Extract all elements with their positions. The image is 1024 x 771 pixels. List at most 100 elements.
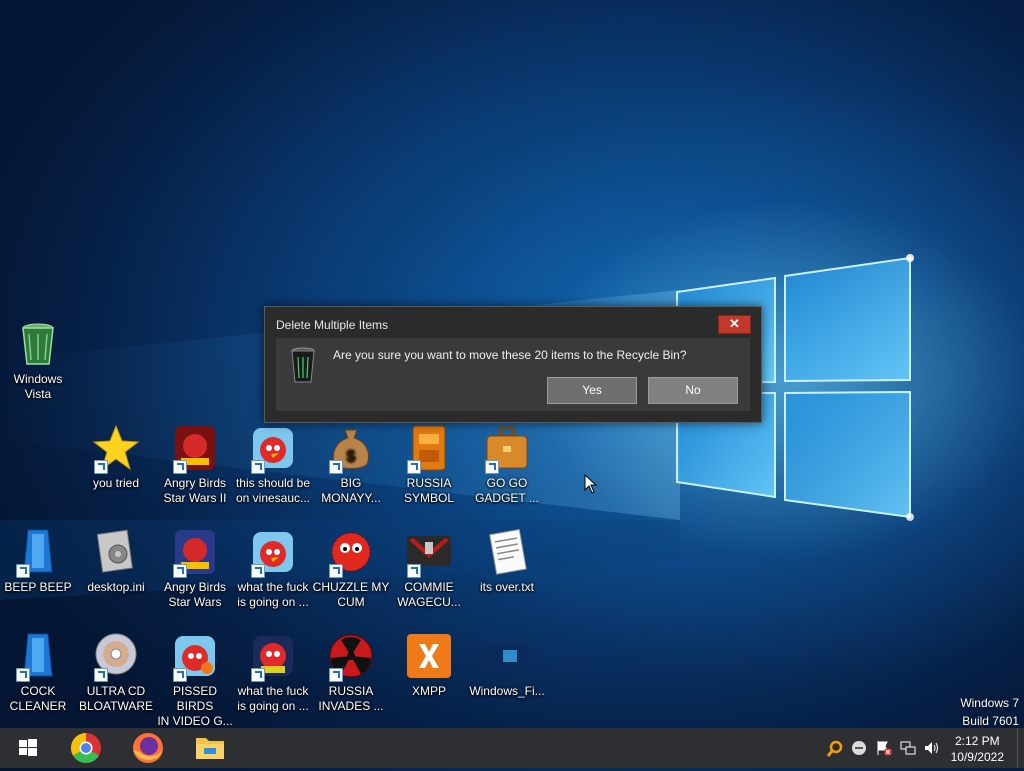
icon-label: RUSSIA: [406, 476, 452, 490]
firefox-taskbar-button[interactable]: [124, 728, 172, 768]
desktop-icon-chuzzle[interactable]: CHUZZLE MY CUM: [311, 528, 391, 610]
icon-label: GO GO: [486, 476, 528, 490]
desktop-icon-what-the-fuck-1[interactable]: what the fuck is going on ...: [233, 528, 313, 610]
icon-label: Windows: [13, 372, 63, 386]
shortcut-arrow-icon: [94, 460, 108, 474]
shortcut-arrow-icon: [251, 668, 265, 682]
desktop-icon-xmpp[interactable]: XMPP: [389, 632, 469, 699]
icon-label: on vinesauc...: [235, 491, 311, 505]
close-button[interactable]: ✕: [718, 315, 751, 334]
show-desktop-button[interactable]: [1017, 728, 1024, 768]
chrome-taskbar-button[interactable]: [62, 728, 110, 768]
recycle-bin-icon: [14, 320, 62, 368]
icon-label: ULTRA CD: [86, 684, 146, 698]
eagle-flag-icon: [405, 528, 453, 578]
yes-button[interactable]: Yes: [547, 377, 637, 404]
shortcut-arrow-icon: [407, 460, 421, 474]
wallpaper-image-icon: [483, 632, 531, 680]
chuzzle-icon: [327, 528, 375, 578]
settings-file-icon: [92, 528, 140, 576]
angry-birds-star-wars-ii-icon: [171, 424, 219, 474]
icon-label: Star Wars II: [163, 491, 227, 505]
svg-text:$: $: [347, 448, 356, 465]
desktop-icon-what-the-fuck-2[interactable]: what the fuck is going on ...: [233, 632, 313, 714]
desktop-icon-russia-symbol[interactable]: RUSSIA SYMBOL: [389, 424, 469, 506]
radiation-icon: [327, 632, 375, 682]
icon-label: INVADES ...: [318, 699, 384, 713]
flag-alert-tray-icon[interactable]: [876, 740, 892, 756]
desktop-icon-windows-wallpaper[interactable]: Windows_Fi...: [467, 632, 547, 699]
dialog-title: Delete Multiple Items: [276, 318, 389, 332]
icon-label: what the fuck: [237, 580, 309, 594]
start-button[interactable]: [4, 728, 52, 768]
angry-birds-icon: [171, 632, 219, 682]
shortcut-arrow-icon: [329, 460, 343, 474]
shortcut-arrow-icon: [329, 564, 343, 578]
angry-birds-icon: [249, 528, 297, 578]
icon-label: BIG: [340, 476, 362, 490]
shortcut-arrow-icon: [251, 564, 265, 578]
desktop-icon-big-monayy[interactable]: $ BIG MONAYY...: [311, 424, 391, 506]
desktop-icon-this-should-be-on-vinesauce[interactable]: this should be on vinesauc...: [233, 424, 313, 506]
desktop-icon-its-over-txt[interactable]: its over.txt: [467, 528, 547, 595]
taskbar-clock[interactable]: 2:12 PM 10/9/2022: [951, 733, 1004, 765]
shortcut-arrow-icon: [173, 564, 187, 578]
windows-build-watermark: Windows 7 Build 7601: [960, 694, 1019, 730]
shortcut-arrow-icon: [94, 668, 108, 682]
volume-tray-icon[interactable]: [924, 740, 940, 756]
icon-label: PISSED BIRDS: [172, 684, 217, 713]
desktop-icon-angry-birds-star-wars-ii[interactable]: Angry Birds Star Wars II: [155, 424, 235, 506]
network-tray-icon[interactable]: [900, 740, 916, 756]
icon-label: its over.txt: [479, 580, 535, 594]
desktop-icon-angry-birds-star-wars[interactable]: Angry Birds Star Wars: [155, 528, 235, 610]
shortcut-arrow-icon: [173, 668, 187, 682]
mouse-pointer-icon: [584, 474, 598, 494]
chrome-icon: [70, 733, 101, 764]
icon-label: CLEANER: [9, 699, 67, 713]
icon-label: CUM: [337, 595, 365, 609]
desktop-icon-you-tried[interactable]: you tried: [76, 424, 156, 491]
desktop-icon-go-go-gadget[interactable]: GO GO GADGET ...: [467, 424, 547, 506]
desktop-icon-commie-wagecu[interactable]: COMMIE WAGECU...: [389, 528, 469, 610]
star-icon: [92, 424, 140, 474]
shortcut-arrow-icon: [251, 460, 265, 474]
text-file-icon: [483, 528, 531, 576]
shortcut-arrow-icon: [485, 460, 499, 474]
search-tray-icon[interactable]: [826, 740, 844, 758]
dialog-body: Are you sure you want to move these 20 i…: [276, 338, 750, 411]
money-bag-icon: $: [327, 424, 375, 474]
desktop-icon-pissed-birds[interactable]: PISSED BIRDS IN VIDEO G...: [155, 632, 235, 729]
desktop-icon-russia-invades[interactable]: RUSSIA INVADES ...: [311, 632, 391, 714]
recycle-bin-icon: [291, 347, 315, 383]
taskbar: 2:12 PM 10/9/2022: [0, 728, 1024, 768]
icon-label: Angry Birds: [163, 476, 227, 490]
icon-label: Star Wars: [168, 595, 222, 609]
desktop-icon-cock-cleaner[interactable]: COCK CLEANER: [0, 632, 78, 714]
icon-label: SYMBOL: [403, 491, 454, 505]
minus-circle-tray-icon[interactable]: [851, 740, 867, 756]
shortcut-arrow-icon: [173, 460, 187, 474]
no-button[interactable]: No: [648, 377, 738, 404]
icon-label: WAGECU...: [397, 595, 461, 609]
delete-multiple-items-dialog: Delete Multiple Items ✕ Are you sure you…: [264, 306, 762, 423]
blue-device-icon: [14, 528, 62, 578]
file-explorer-icon: [196, 738, 224, 759]
icon-label: BEEP BEEP: [4, 580, 72, 594]
desktop-icon-ultra-cd-bloatware[interactable]: ULTRA CD BLOATWARE: [76, 632, 156, 714]
blue-device-icon: [14, 632, 62, 682]
desktop-icon-beep-beep[interactable]: BEEP BEEP: [0, 528, 78, 595]
firefox-icon: [133, 733, 163, 763]
angry-birds-star-wars-icon: [171, 528, 219, 578]
file-explorer-taskbar-button[interactable]: [186, 728, 234, 768]
desktop-icon-windows-vista[interactable]: Windows Vista: [0, 320, 78, 402]
shortcut-arrow-icon: [16, 668, 30, 682]
icon-label: Angry Birds: [163, 580, 227, 594]
shortcut-arrow-icon: [16, 564, 30, 578]
xampp-icon: [405, 632, 453, 680]
icon-label: COCK: [20, 684, 56, 698]
icon-label: COMMIE: [404, 580, 454, 594]
desktop-icon-desktop-ini[interactable]: desktop.ini: [76, 528, 156, 595]
icon-label: what the fuck: [237, 684, 309, 698]
icon-label: Vista: [24, 387, 52, 401]
clock-time: 2:12 PM: [954, 734, 1000, 748]
